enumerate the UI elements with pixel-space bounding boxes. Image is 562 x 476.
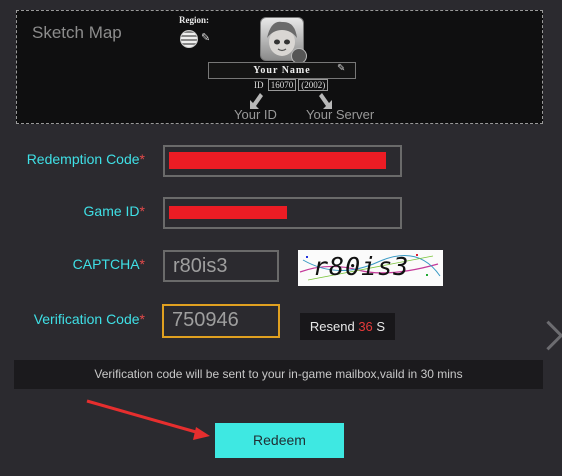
caption-your-server: Your Server (306, 107, 375, 122)
verification-notice: Verification code will be sent to your i… (14, 360, 543, 389)
resend-countdown: 36 (358, 319, 373, 334)
resend-unit: S (376, 319, 386, 334)
resend-label: Resend (309, 319, 355, 334)
required-mark: * (139, 256, 145, 272)
captcha-label: CAPTCHA* (0, 256, 145, 272)
required-mark: * (139, 311, 145, 327)
sketch-map-title: Sketch Map (32, 23, 122, 42)
redemption-code-label-text: Redemption Code (26, 151, 140, 167)
redemption-code-label: Redemption Code* (0, 151, 145, 167)
captcha-image[interactable]: r80is3 (298, 250, 443, 286)
redeem-button[interactable]: Redeem (215, 423, 344, 458)
player-name: Your Name (208, 62, 356, 79)
player-id-row: ID 16070 (2002) (254, 79, 329, 91)
caption-your-id: Your ID (234, 107, 277, 122)
redacted-game-id (169, 206, 287, 219)
server-id-value: (2002) (298, 79, 329, 91)
player-id-value: 16070 (267, 79, 297, 91)
verification-code-label: Verification Code* (0, 311, 145, 327)
game-id-label-text: Game ID (83, 203, 140, 219)
redacted-redemption-code (169, 152, 386, 169)
pencil-icon: ✎ (201, 32, 211, 44)
region-label: Region: (179, 15, 209, 25)
captcha-label-text: CAPTCHA (72, 256, 140, 272)
captcha-input[interactable]: r80is3 (163, 250, 279, 282)
pencil-icon: ✎ (337, 63, 346, 74)
chevron-right-icon[interactable] (533, 320, 562, 351)
required-mark: * (139, 203, 145, 219)
verification-code-label-text: Verification Code (33, 311, 140, 327)
resend-button[interactable]: Resend 36 S (300, 313, 395, 340)
required-mark: * (139, 151, 145, 167)
sketch-map-panel: Sketch Map Region: ✎ Your Name ✎ ID 1607… (16, 10, 543, 124)
id-prefix: ID (254, 80, 264, 90)
game-id-label: Game ID* (0, 203, 145, 219)
globe-icon (180, 30, 198, 48)
verification-code-input[interactable]: 750946 (162, 304, 280, 338)
captcha-image-text: r80is3 (313, 252, 410, 281)
